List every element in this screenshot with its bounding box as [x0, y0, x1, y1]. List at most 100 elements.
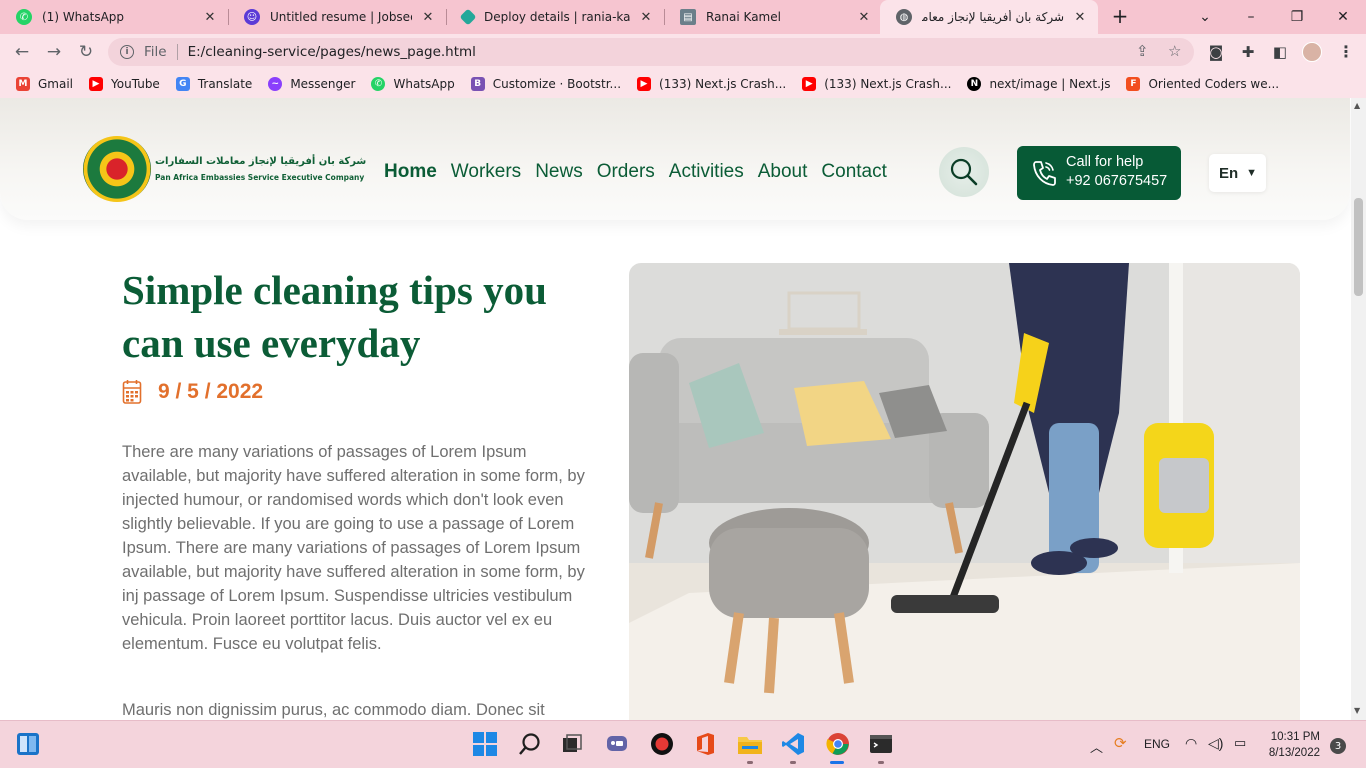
bookmark-item[interactable]: ✆ WhatsApp [371, 77, 455, 91]
bookmark-item[interactable]: B Customize · Bootstr... [470, 77, 621, 91]
bookmark-star-icon[interactable]: ☆ [1168, 42, 1181, 60]
address-bar[interactable]: i File E:/cleaning-service/pages/news_pa… [108, 38, 1194, 66]
reload-icon[interactable]: ↻ [74, 40, 98, 64]
logo-arabic-text: شركة بان أفريقيا لإنجاز معاملات السفارات [155, 156, 367, 167]
netlify-icon [459, 8, 477, 26]
scroll-down-arrow-icon[interactable]: ▼ [1354, 706, 1360, 715]
vscode-icon[interactable] [780, 731, 806, 757]
bookmark-item[interactable]: ▶ YouTube [89, 77, 160, 91]
bookmarks-bar: M Gmail ▶ YouTube G Translate ~ Messenger ✆ W… [0, 70, 1366, 98]
info-icon[interactable]: i [120, 45, 134, 59]
close-tab-icon[interactable]: ✕ [420, 10, 436, 25]
close-tab-icon[interactable]: ✕ [856, 10, 872, 25]
company-logo-emblem[interactable] [83, 136, 151, 202]
page-scrollbar[interactable]: ▲ ▼ [1351, 98, 1366, 720]
chrome-icon[interactable] [825, 731, 851, 757]
search-icon [950, 158, 978, 186]
call-label: Call for help [1066, 154, 1144, 170]
tab-search-button[interactable]: ⌄ [1182, 0, 1228, 34]
calendar-icon [122, 380, 142, 404]
running-indicator [747, 761, 753, 764]
figma-icon: F [1126, 77, 1141, 91]
search-button[interactable] [939, 147, 989, 197]
tab-title: Ranai Kamel [706, 10, 781, 24]
start-windows-icon[interactable] [472, 731, 498, 757]
volume-icon[interactable]: ◁) [1208, 735, 1223, 752]
sync-icon[interactable]: ⟳ [1114, 734, 1127, 752]
phone-icon [1033, 161, 1056, 186]
portfolio-icon: ▤ [680, 9, 696, 25]
translate-icon: G [175, 77, 190, 91]
scrollbar-thumb[interactable] [1354, 198, 1363, 296]
maximize-button[interactable]: ❐ [1274, 0, 1320, 34]
battery-icon[interactable]: ▭ [1234, 735, 1246, 751]
bookmark-item[interactable]: ▶ (133) Next.js Crash... [802, 77, 951, 91]
close-tab-icon[interactable]: ✕ [202, 10, 218, 25]
menu-kebab-icon[interactable]: ⋮ [1338, 42, 1354, 61]
bookmark-item[interactable]: ▶ (133) Next.js Crash... [637, 77, 786, 91]
close-tab-icon[interactable]: ✕ [1072, 10, 1088, 25]
nav-link-activities[interactable]: Activities [669, 161, 744, 183]
widgets-icon[interactable] [15, 731, 41, 757]
bootstrap-icon: B [470, 77, 485, 91]
input-language[interactable]: ENG [1144, 737, 1170, 751]
teams-chat-icon[interactable] [604, 731, 630, 757]
browser-tab-strip: ✆ (1) WhatsApp ✕ ☺ Untitled resume | Job… [0, 0, 1366, 34]
nav-link-home[interactable]: Home [384, 161, 437, 183]
bookmark-item[interactable]: F Oriented Coders we... [1126, 77, 1279, 91]
bookmark-label: Gmail [38, 77, 74, 91]
chevron-down-icon: ▼ [1246, 167, 1258, 179]
nav-link-news[interactable]: News [535, 161, 583, 183]
notification-badge[interactable]: 3 [1330, 738, 1346, 754]
nav-link-workers[interactable]: Workers [451, 161, 521, 183]
bookmark-label: next/image | Next.js [989, 77, 1111, 91]
browser-tab-active[interactable]: ◍ شركة بان أفريقيا لإنجاز معاملات ✕ [880, 0, 1098, 34]
new-tab-button[interactable]: + [1108, 5, 1132, 29]
scroll-up-arrow-icon[interactable]: ▲ [1354, 101, 1360, 110]
bookmark-label: (133) Next.js Crash... [659, 77, 787, 91]
language-select[interactable]: En ▼ [1209, 154, 1266, 192]
globe-icon: ◍ [896, 9, 912, 25]
article-hero-image [629, 263, 1300, 720]
language-value: En [1219, 164, 1239, 182]
wifi-icon[interactable]: ◠ [1185, 735, 1197, 752]
screenshot-extension-icon[interactable]: ◙ [1206, 42, 1226, 62]
clock-time: 10:31 PM [1270, 731, 1320, 743]
nav-link-about[interactable]: About [758, 161, 808, 183]
tab-title: Untitled resume | Jobseeker [270, 10, 412, 24]
back-arrow-icon[interactable]: ← [10, 40, 34, 64]
nav-link-contact[interactable]: Contact [821, 161, 886, 183]
search-icon[interactable] [517, 731, 543, 757]
minimize-button[interactable]: – [1228, 0, 1274, 34]
file-explorer-icon[interactable] [737, 731, 763, 757]
office-icon[interactable] [692, 731, 718, 757]
youtube-icon: ▶ [637, 77, 652, 91]
active-indicator [830, 761, 844, 764]
nav-link-orders[interactable]: Orders [597, 161, 655, 183]
chevron-up-icon[interactable]: ︿ [1090, 737, 1103, 756]
system-clock[interactable]: 10:31 PM 8/13/2022 [1262, 729, 1320, 761]
task-view-icon[interactable] [559, 731, 585, 757]
browser-tab[interactable]: ✆ (1) WhatsApp ✕ [0, 0, 228, 34]
bookmark-item[interactable]: ~ Messenger [268, 77, 355, 91]
profile-avatar[interactable] [1302, 42, 1322, 62]
forward-arrow-icon[interactable]: → [42, 40, 66, 64]
browser-tab[interactable]: Deploy details | rania-kamel- ✕ [446, 0, 664, 34]
article-date-row: 9 / 5 / 2022 [122, 379, 263, 405]
close-tab-icon[interactable]: ✕ [638, 10, 654, 25]
screen-recorder-icon[interactable] [649, 731, 675, 757]
bookmark-item[interactable]: Nnext/image | Next.js [967, 77, 1110, 91]
share-icon[interactable]: ⇪ [1136, 42, 1149, 60]
whatsapp-icon: ✆ [371, 77, 386, 91]
close-window-button[interactable]: ✕ [1320, 0, 1366, 34]
bookmark-label: YouTube [111, 77, 160, 91]
bookmark-item[interactable]: M Gmail [16, 77, 73, 91]
side-panel-icon[interactable]: ◧ [1270, 42, 1290, 62]
bookmark-label: WhatsApp [393, 77, 455, 91]
call-for-help-button[interactable]: Call for help +92 067675457 [1017, 146, 1181, 200]
bookmark-item[interactable]: G Translate [175, 77, 252, 91]
extensions-puzzle-icon[interactable]: ✚ [1238, 42, 1258, 62]
browser-tab[interactable]: ▤ Ranai Kamel ✕ [664, 0, 882, 34]
terminal-icon[interactable] [868, 731, 894, 757]
browser-tab[interactable]: ☺ Untitled resume | Jobseeker ✕ [228, 0, 446, 34]
